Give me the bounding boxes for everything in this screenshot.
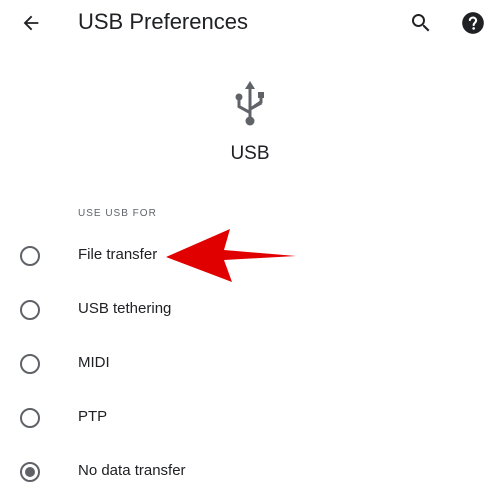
search-button[interactable]: [404, 6, 438, 40]
option-label: MIDI: [78, 354, 110, 371]
option-label: PTP: [78, 408, 108, 425]
option-label: USB tethering: [78, 300, 172, 317]
usb-label: USB: [230, 143, 270, 164]
option-usb-tethering[interactable]: USB tethering: [0, 283, 500, 337]
red-arrow-annotation: [166, 229, 296, 282]
help-button[interactable]: [456, 6, 490, 40]
page-title: USB Preferences: [78, 9, 248, 34]
usb-icon: [235, 81, 264, 126]
toolbar: USB Preferences: [0, 0, 500, 44]
arrow-back-icon: [23, 15, 39, 31]
usb-preferences-screen: USB Preferences USB USE USB FOR File tra…: [0, 0, 500, 500]
radio-button[interactable]: [20, 300, 40, 320]
option-label: No data transfer: [78, 462, 186, 479]
option-label: File transfer: [78, 246, 158, 263]
radio-button[interactable]: [20, 246, 40, 266]
section-header: USE USB FOR: [78, 208, 157, 219]
option-ptp[interactable]: PTP: [0, 391, 500, 445]
search-icon: [412, 14, 430, 32]
radio-button[interactable]: [20, 408, 40, 428]
radio-button[interactable]: [20, 354, 40, 374]
option-no-data-transfer[interactable]: No data transfer: [0, 445, 500, 499]
radio-button-selected[interactable]: [20, 462, 40, 482]
option-midi[interactable]: MIDI: [0, 337, 500, 391]
help-icon: [462, 12, 484, 34]
back-button[interactable]: [14, 6, 48, 40]
